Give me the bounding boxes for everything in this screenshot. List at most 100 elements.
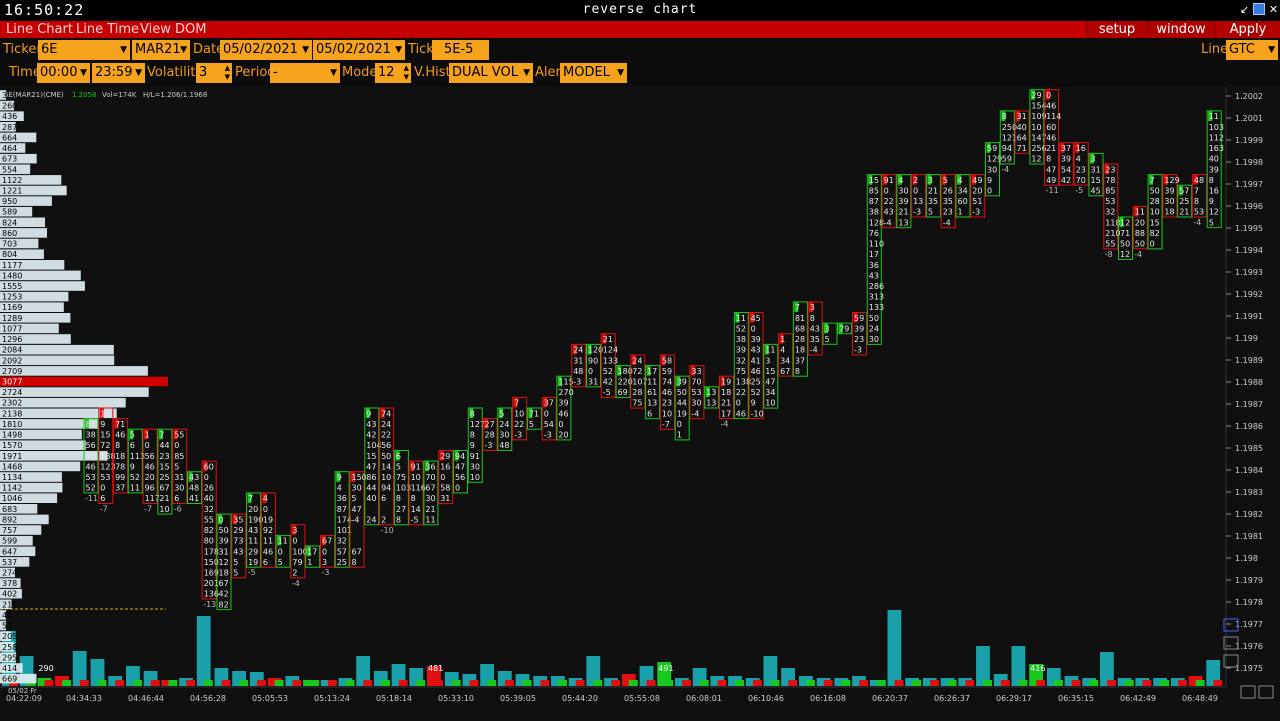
footprint-cell-value: 81 [795, 314, 805, 323]
volume-profile-value: 2709 [2, 367, 22, 376]
line-select[interactable]: GTC ▼ [1226, 40, 1278, 60]
footprint-cell-value: 3 [322, 558, 327, 567]
footprint-cell-value: 5 [1209, 218, 1214, 227]
apply-button[interactable]: Apply [1214, 21, 1280, 38]
date-to-select[interactable]: 05/02/2021 ▼ [313, 40, 405, 60]
footprint-cell-value: 56 [381, 441, 391, 450]
footprint-cell-value: 82 [204, 526, 214, 535]
stepper-arrows-icon[interactable]: ▲ ▼ [225, 64, 230, 82]
volume-bar-base [788, 680, 798, 686]
volume-bar-base [682, 680, 691, 686]
time-to-select[interactable]: 23:59 ▼ [92, 63, 145, 83]
footprint-cell-value: 49 [1046, 176, 1056, 185]
footprint-cell-value: 5 [529, 420, 534, 429]
footprint-cell-value: 21 [928, 187, 938, 196]
alert-select[interactable]: MODEL ▼ [560, 63, 627, 83]
stepper-arrows-icon[interactable]: ▲ ▼ [404, 64, 409, 82]
footprint-cell-value: 12 [1120, 250, 1130, 259]
footprint-cell-value: 43 [189, 473, 199, 482]
footprint-cell-value: 41 [189, 494, 199, 503]
maximize-icon[interactable] [1253, 3, 1265, 15]
footprint-cell-value: 46 [662, 388, 672, 397]
ticker-select[interactable]: 6E ▼ [38, 40, 130, 60]
menu-line-time[interactable]: Line Time [76, 21, 139, 38]
footprint-cell-value: 60 [204, 462, 214, 471]
volume-bar-base [947, 680, 957, 686]
volume-bar-base [310, 680, 320, 686]
footprint-cell-value: 8 [411, 494, 416, 503]
footprint-chart[interactable]: 6E(MAR21)(CME) 1.2058 Vol=174K H/L=1.206… [0, 87, 1280, 721]
footprint-cell-value: 10 [1031, 123, 1041, 132]
time-from-select[interactable]: 00:00 ▼ [37, 63, 90, 83]
volume-profile-bar [0, 376, 168, 387]
footprint-cell-value: 11 [278, 537, 288, 546]
footprint-cell-value: 58 [440, 484, 450, 493]
volume-bar-base [876, 680, 886, 686]
footprint-cell-value: 52 [130, 473, 140, 482]
footprint-cell-value: 36 [425, 462, 435, 471]
price-tick-label: 1.1976 [1235, 642, 1263, 651]
footprint-cell-value: 30 [987, 165, 997, 174]
footprint-cell-value: 13 [706, 388, 716, 397]
footprint-cell-value: 0 [558, 420, 563, 429]
footprint-cell-value: 79 [292, 558, 302, 567]
close-icon[interactable]: ✕ [1267, 3, 1280, 16]
period-select[interactable]: - ▼ [270, 63, 340, 83]
footprint-cell-value: 31 [174, 473, 184, 482]
footprint-delta: -10 [381, 526, 394, 535]
volume-bar-base [381, 680, 390, 686]
footprint-cell-value: 7 [1194, 187, 1199, 196]
volume-profile-value: 1134 [2, 473, 22, 482]
minimize-icon[interactable]: ↙ [1238, 3, 1251, 16]
footprint-cell-value: -4 [943, 218, 951, 227]
footprint-cell-value: 34 [765, 388, 775, 397]
footprint-cell-value: 31 [573, 356, 583, 365]
footprint-delta: -11 [1046, 186, 1059, 195]
footprint-cell-value: 0 [278, 547, 283, 556]
footprint-cell-value: 8 [470, 409, 475, 418]
contract-select[interactable]: MAR21 ▼ [132, 40, 190, 60]
footprint-cell-value: -5 [411, 515, 419, 524]
footprint-cell-value: 133 [603, 356, 618, 365]
footprint-cell-value: 53 [100, 473, 110, 482]
footprint-cell-value: 8 [470, 431, 475, 440]
menu-view-dom[interactable]: View DOM [140, 21, 206, 38]
window-button[interactable]: window [1147, 21, 1214, 38]
footprint-cell-value: 75 [396, 473, 406, 482]
volume-profile-value: 211 [2, 600, 17, 609]
footprint-cell-value: 4 [263, 494, 268, 503]
footprint-cell-value: 25 [337, 558, 347, 567]
volume-profile-value: 647 [2, 547, 17, 556]
footprint-cell-value: 24 [573, 346, 583, 355]
footprint-delta: -4 [1193, 218, 1201, 227]
footprint-cell-value: 5 [928, 208, 933, 217]
footprint-cell-value: 7 [248, 494, 253, 503]
footprint-cell-value: -3 [544, 431, 552, 440]
footprint-cell-value: 91 [884, 176, 894, 185]
footprint-cell-value: 39 [736, 346, 746, 355]
volatility-stepper[interactable]: 3 ▲ ▼ [196, 63, 232, 83]
volume-profile-value: 1971 [2, 452, 22, 461]
footprint-cell-value: 8 [115, 441, 120, 450]
footprint-cell-value: 19 [248, 558, 258, 567]
model-stepper[interactable]: 12 ▲ ▼ [375, 63, 411, 83]
footprint-cell-value: 5 [233, 569, 238, 578]
footprint-cell-value: 5 [396, 462, 401, 471]
date-from-select[interactable]: 05/02/2021 ▼ [220, 40, 312, 60]
tick-field[interactable]: 5E-5 [432, 40, 489, 60]
footprint-cell-value: 92 [263, 526, 273, 535]
volume-bar-base [1195, 680, 1205, 686]
footprint-cell-value: 25 [751, 378, 761, 387]
menu-line-chart[interactable]: Line Chart [6, 21, 73, 38]
footprint-cell-value: -4 [691, 409, 699, 418]
last-price: 1.2058 [72, 91, 97, 99]
volume-bar-base [398, 680, 408, 686]
price-tick-label: 1.1981 [1235, 532, 1263, 541]
volume-profile-value: 2302 [2, 399, 22, 408]
volume-bar [196, 616, 211, 686]
setup-button[interactable]: setup [1086, 21, 1147, 38]
footprint-cell-value: 11 [1209, 112, 1219, 121]
volume-bar-base [168, 680, 178, 686]
vhist-select[interactable]: DUAL VOL ▼ [449, 63, 533, 83]
volume-bar-base [699, 680, 709, 686]
